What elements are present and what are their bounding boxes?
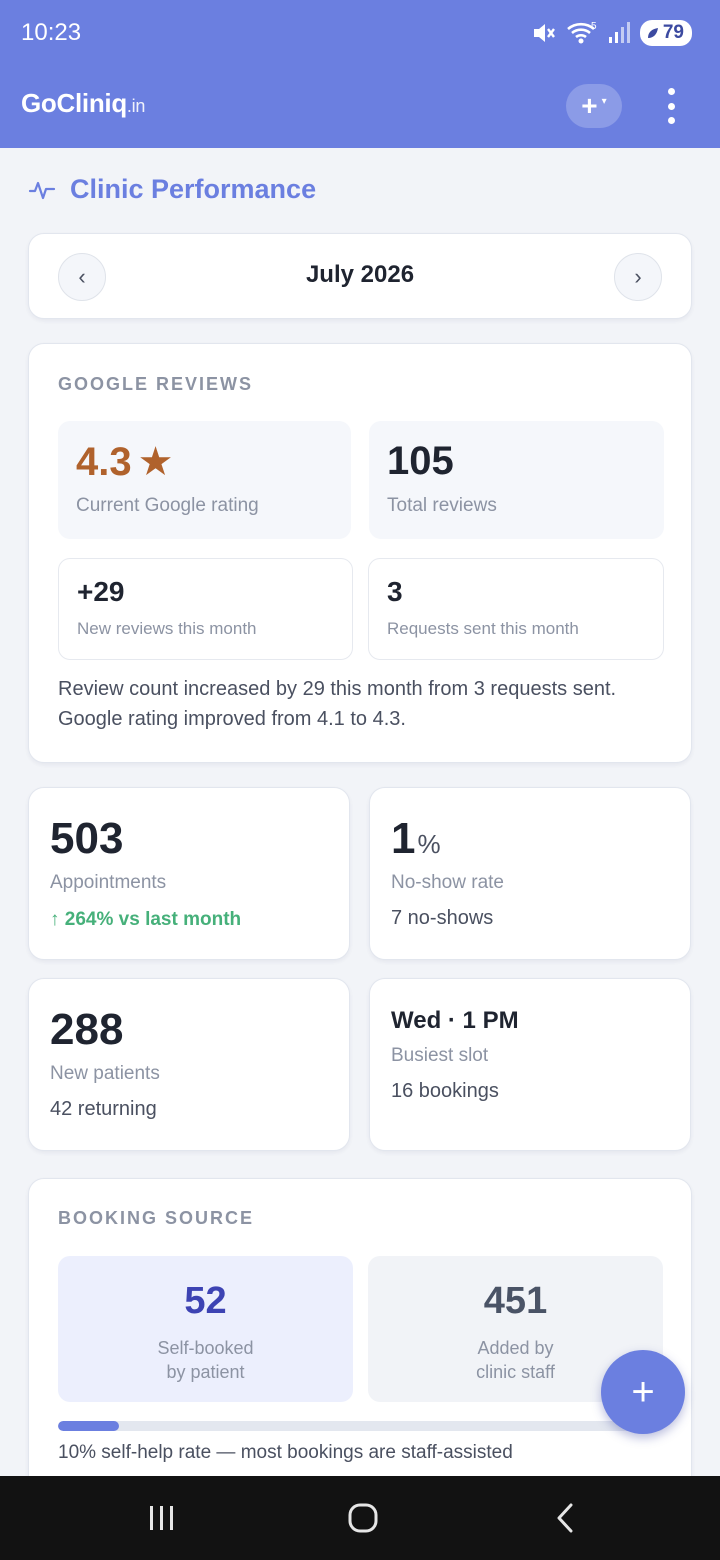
appointments-label: Appointments: [50, 872, 167, 893]
appointments-card[interactable]: 503 Appointments ↑ 264% vs last month: [28, 787, 350, 960]
back-button[interactable]: [545, 1498, 585, 1538]
star-icon: ★: [137, 440, 174, 484]
system-nav-bar: [0, 1476, 720, 1560]
new-reviews-tile: +29 New reviews this month: [58, 558, 353, 660]
back-icon: [557, 1503, 573, 1533]
no-show-unit: %: [417, 829, 441, 859]
rating-label: Current Google rating: [76, 495, 259, 516]
rating-value: 4.3 ★: [76, 439, 173, 485]
home-button[interactable]: [343, 1498, 383, 1538]
home-icon: [348, 1503, 378, 1533]
recent-apps-button[interactable]: [142, 1498, 182, 1538]
signal-icon: [608, 22, 630, 43]
self-help-progress-fill: [58, 1421, 119, 1431]
no-show-number: 1: [391, 814, 416, 863]
appointments-value: 503: [50, 814, 124, 863]
reviews-summary: Review count increased by 29 this month …: [58, 678, 617, 730]
rating-number: 4.3: [76, 440, 132, 484]
brand-logo: GoCliniq.in: [21, 88, 145, 119]
requests-sent-value: 3: [387, 576, 403, 607]
self-booked-tile: 52 Self-booked by patient: [58, 1256, 353, 1402]
wifi-icon: 5: [567, 21, 597, 44]
booking-source-label: BOOKING SOURCE: [58, 1208, 255, 1228]
self-help-note: 10% self-help rate — most bookings are s…: [58, 1442, 513, 1463]
busiest-slot-label: Busiest slot: [391, 1045, 489, 1066]
self-booked-line1: Self-booked: [157, 1338, 254, 1358]
staff-added-value: 451: [483, 1280, 548, 1322]
add-menu-button[interactable]: + ▾: [566, 84, 622, 128]
activity-pulse-icon: [28, 181, 56, 199]
appointments-trend: ↑ 264% vs last month: [50, 909, 242, 930]
new-reviews-value: +29: [77, 576, 125, 607]
self-booked-line2: by patient: [166, 1362, 245, 1382]
next-month-button[interactable]: ›: [614, 253, 662, 301]
app-bar: 10:23 5 79 GoCliniq.in + ▾: [0, 0, 720, 148]
page-title-text: Clinic Performance: [70, 174, 317, 204]
new-reviews-label: New reviews this month: [77, 619, 257, 638]
new-patients-value: 288: [50, 1005, 124, 1054]
month-label: July 2026: [305, 261, 415, 288]
returning-patients: 42 returning: [50, 1098, 157, 1120]
add-fab-button[interactable]: +: [601, 1350, 685, 1434]
no-show-value: 1%: [391, 814, 441, 864]
network-label: 5: [591, 21, 597, 32]
brand-tld: .in: [126, 96, 146, 116]
new-patients-label: New patients: [50, 1063, 160, 1084]
booking-source-card: BOOKING SOURCE 52 Self-booked by patient…: [28, 1178, 692, 1508]
busiest-slot-value: Wed · 1 PM: [391, 1007, 519, 1034]
rating-tile: 4.3 ★ Current Google rating: [58, 421, 351, 539]
status-icons: 5 79: [530, 20, 692, 46]
no-show-label: No-show rate: [391, 872, 504, 893]
requests-sent-label: Requests sent this month: [387, 619, 579, 638]
self-booked-desc: Self-booked by patient: [58, 1336, 353, 1384]
total-reviews-label: Total reviews: [387, 495, 497, 516]
caret-down-icon: ▾: [601, 95, 607, 107]
more-vertical-icon: [667, 88, 675, 95]
battery-indicator: 79: [639, 20, 692, 46]
busiest-slot-card[interactable]: Wed · 1 PM Busiest slot 16 bookings: [369, 978, 691, 1151]
google-reviews-card: GOOGLE REVIEWS 4.3 ★ Current Google ratin…: [28, 343, 692, 763]
more-options-button[interactable]: [660, 88, 682, 124]
brand-name: GoCliniq: [21, 88, 127, 118]
new-patients-card[interactable]: 288 New patients 42 returning: [28, 978, 350, 1151]
total-reviews-value: 105: [387, 439, 454, 483]
no-show-count: 7 no-shows: [391, 907, 494, 929]
month-switcher: ‹ July 2026 ›: [28, 233, 692, 319]
battery-saver-icon: [647, 28, 658, 38]
busiest-slot-bookings: 16 bookings: [391, 1080, 499, 1102]
total-reviews-tile: 105 Total reviews: [369, 421, 664, 539]
self-help-progress-bar: [58, 1421, 664, 1431]
page-title: Clinic Performance: [28, 174, 316, 205]
mute-icon: [533, 24, 555, 42]
recent-apps-icon: [150, 1506, 173, 1530]
status-time: 10:23: [21, 19, 82, 46]
battery-level: 79: [662, 22, 684, 43]
requests-sent-tile: 3 Requests sent this month: [368, 558, 664, 660]
google-reviews-label: GOOGLE REVIEWS: [58, 374, 254, 394]
plus-icon: +: [581, 90, 598, 121]
self-booked-value: 52: [184, 1280, 227, 1322]
no-show-card[interactable]: 1% No-show rate 7 no-shows: [369, 787, 691, 960]
status-bar: 10:23 5 79: [0, 0, 720, 68]
